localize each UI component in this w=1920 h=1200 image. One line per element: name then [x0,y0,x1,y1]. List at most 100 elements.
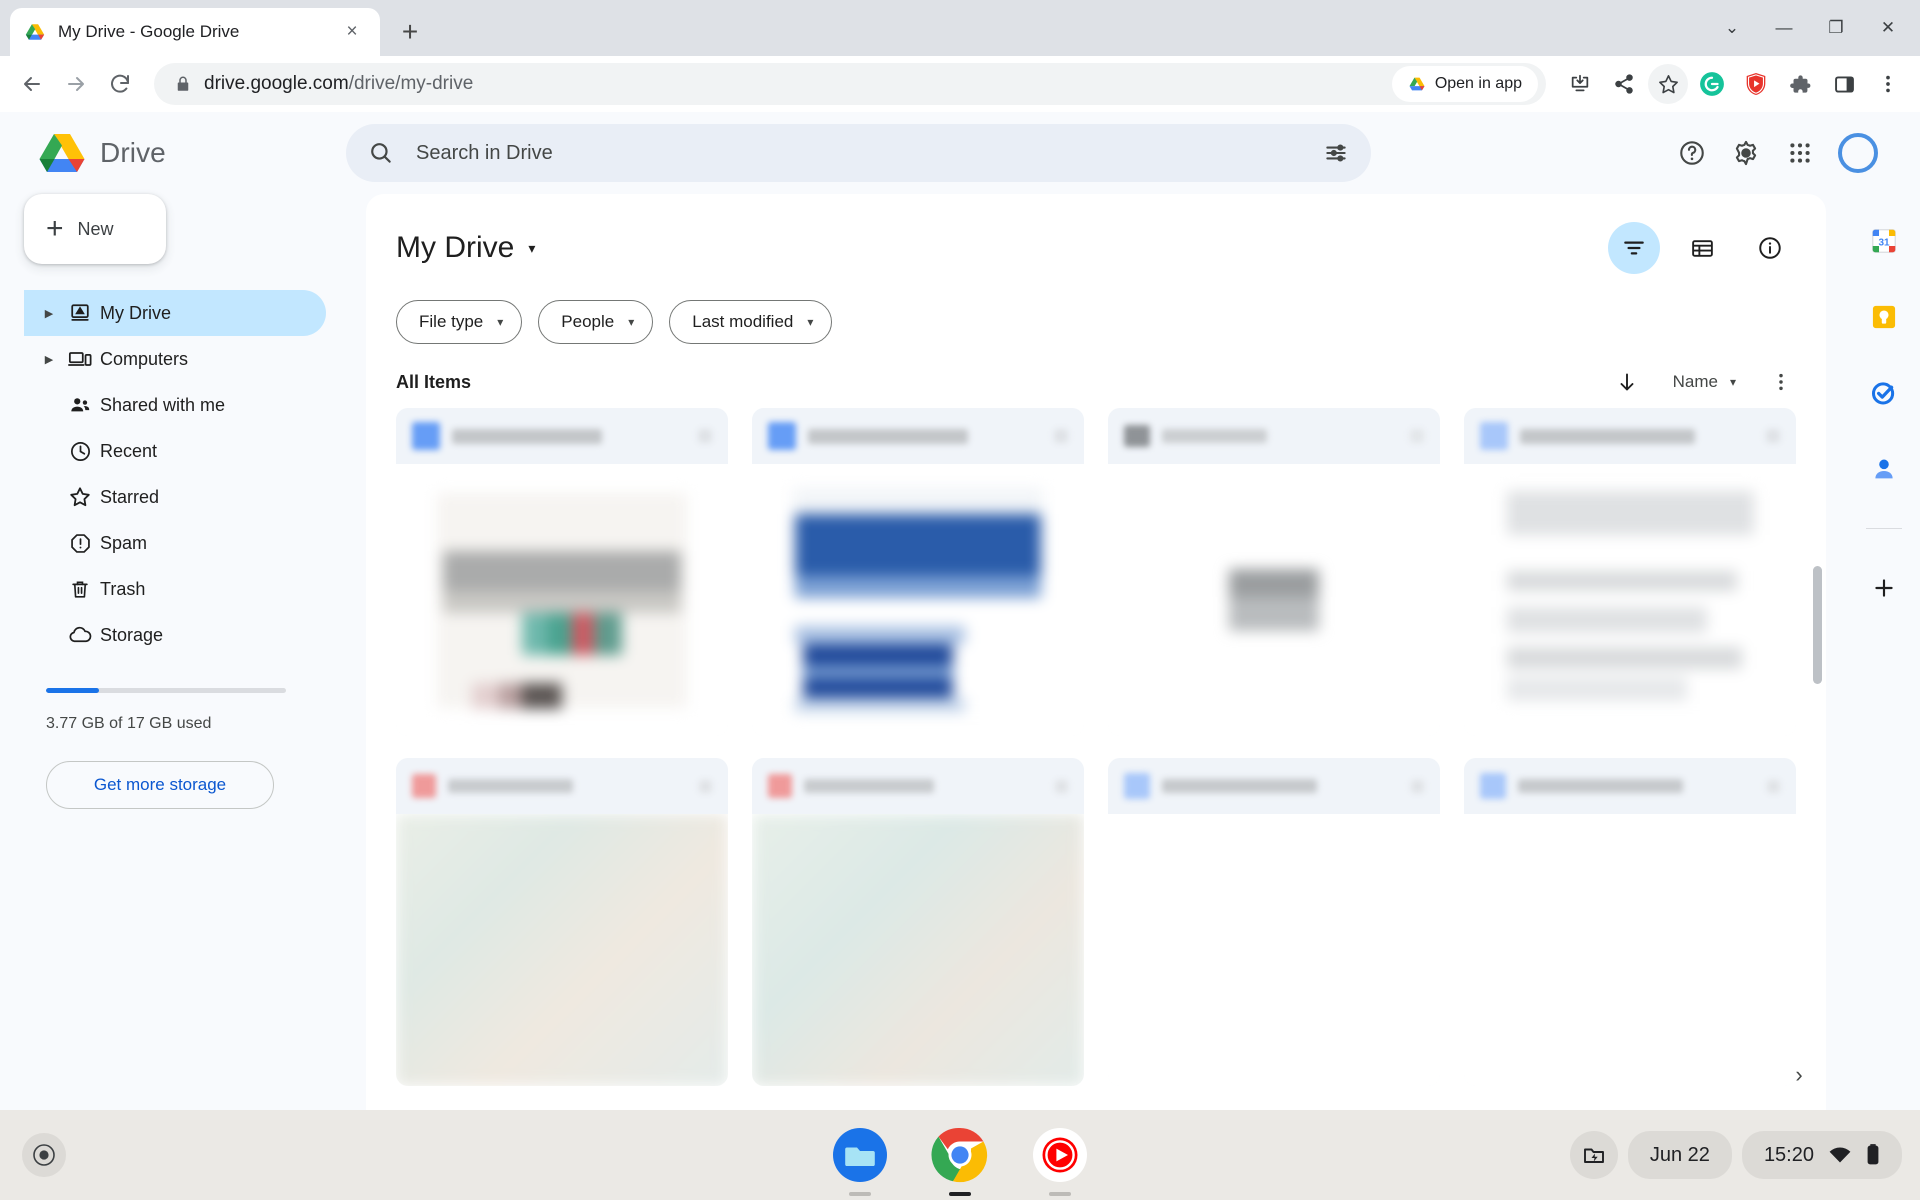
sidebar-label-trash: Trash [100,578,146,599]
side-panel-icon[interactable] [1824,64,1864,104]
extensions-puzzle-icon[interactable] [1780,64,1820,104]
screen-capture-icon[interactable] [1569,1131,1618,1179]
file-card-menu-icon[interactable] [698,429,712,443]
new-button-label: New [77,218,114,239]
google-apps-grid-icon[interactable] [1784,137,1816,169]
file-card[interactable] [1464,408,1796,736]
sidebar-item-trash[interactable]: Trash [24,566,326,612]
search-input[interactable] [416,141,1301,165]
starred-icon [60,485,100,509]
file-card[interactable] [752,758,1084,1086]
back-icon[interactable] [12,64,52,104]
sidebar-item-spam[interactable]: Spam [24,520,326,566]
google-keep-icon[interactable] [1867,300,1901,334]
window-controls: ⌄ — ❐ ✕ [1708,8,1912,48]
bookmark-star-icon[interactable] [1648,64,1688,104]
main-title-row: My Drive ▾ [366,194,1826,274]
address-bar[interactable]: drive.google.com/drive/my-drive Open in … [154,63,1546,105]
file-thumbnail [1464,814,1796,1086]
file-name-redacted [1520,428,1695,444]
drive-logo-area[interactable]: Drive [16,132,346,174]
chip-file-type[interactable]: File type ▾ [396,300,523,344]
reload-icon[interactable] [100,64,140,104]
open-in-app-button[interactable]: Open in app [1391,66,1538,102]
window-close-icon[interactable]: ✕ [1864,8,1912,48]
settings-gear-icon[interactable] [1730,137,1762,169]
thumbnail-preview [752,814,1084,1086]
chip-people[interactable]: People ▾ [538,300,654,344]
app-running-indicator [949,1192,971,1196]
chrome-menu-icon[interactable] [1868,64,1908,104]
file-type-icon [412,774,436,798]
page-title-caret-icon[interactable]: ▾ [528,240,535,257]
expand-caret-icon[interactable]: ▶ [38,353,60,366]
get-more-storage-button[interactable]: Get more storage [46,761,274,809]
file-card-menu-icon[interactable] [699,779,712,793]
close-icon[interactable]: × [338,18,366,46]
google-drive-app: Drive Search in Drive + New ▶ My Drive ▶… [0,112,1920,1110]
tune-icon[interactable] [1323,140,1349,166]
file-card-menu-icon[interactable] [1411,779,1424,793]
chrome-app-icon[interactable] [931,1126,989,1196]
file-card[interactable] [396,408,728,736]
content-scrollbar[interactable] [1813,566,1822,684]
google-tasks-icon[interactable] [1867,376,1901,410]
file-card-menu-icon[interactable] [1410,429,1424,443]
lock-icon [174,75,192,93]
sidebar-item-storage[interactable]: Storage [24,612,326,658]
sort-direction-button[interactable] [1615,370,1639,394]
minimize-icon[interactable]: — [1760,8,1808,48]
sort-field-button[interactable]: Name ▾ [1673,372,1736,392]
google-calendar-icon[interactable]: 31 [1867,224,1901,258]
sidebar-item-computers[interactable]: ▶ Computers [24,336,326,382]
search-bar[interactable] [346,124,1371,182]
filter-active-button[interactable] [1608,222,1660,274]
grammarly-extension-icon[interactable] [1692,64,1732,104]
file-card[interactable] [1108,408,1440,736]
google-contacts-icon[interactable] [1867,452,1901,486]
sidebar-item-my-drive[interactable]: ▶ My Drive [24,290,326,336]
new-tab-button[interactable]: + [388,10,432,54]
chevron-down-icon: ▾ [497,315,504,329]
maximize-icon[interactable]: ❐ [1812,8,1860,48]
file-card-menu-icon[interactable] [1766,429,1780,443]
file-thumbnail [752,464,1084,736]
more-vert-icon[interactable] [1770,371,1792,393]
adguard-extension-icon[interactable] [1736,64,1776,104]
file-card-header [1464,758,1796,814]
browser-tab[interactable]: My Drive - Google Drive × [10,8,380,56]
install-app-icon[interactable] [1560,64,1600,104]
file-grid-scroll-area[interactable]: › [366,394,1826,1110]
add-apps-icon[interactable] [1867,571,1901,605]
file-card[interactable] [396,758,728,1086]
share-icon[interactable] [1604,64,1644,104]
youtube-music-app-icon[interactable] [1031,1126,1089,1196]
sidebar-item-starred[interactable]: Starred [24,474,326,520]
list-view-button[interactable] [1676,222,1728,274]
svg-text:31: 31 [1878,237,1890,248]
shelf-date[interactable]: Jun 22 [1627,1131,1732,1179]
storage-progress-fill [46,688,99,693]
file-card[interactable] [1464,758,1796,1086]
chevron-down-icon[interactable]: ⌄ [1708,8,1756,48]
account-avatar[interactable] [1838,133,1878,173]
file-card[interactable] [1108,758,1440,1086]
file-card-menu-icon[interactable] [1055,779,1068,793]
chevron-right-icon[interactable]: › [1782,1058,1816,1092]
file-thumbnail [1108,814,1440,1086]
file-card-menu-icon[interactable] [1054,429,1068,443]
shelf-system-tray[interactable]: 15:20 [1741,1131,1902,1179]
file-card-menu-icon[interactable] [1767,779,1780,793]
sidebar-item-recent[interactable]: Recent [24,428,326,474]
expand-caret-icon[interactable]: ▶ [38,307,60,320]
sort-field-label: Name [1672,372,1718,391]
file-card[interactable] [752,408,1084,736]
launcher-icon[interactable] [22,1133,66,1177]
sidebar-item-shared-with-me[interactable]: Shared with me [24,382,326,428]
files-app-icon[interactable] [831,1126,889,1196]
chip-last-modified[interactable]: Last modified ▾ [669,300,833,344]
forward-icon[interactable] [56,64,96,104]
details-info-button[interactable] [1744,222,1796,274]
help-icon[interactable] [1676,137,1708,169]
new-button[interactable]: + New [24,194,166,264]
